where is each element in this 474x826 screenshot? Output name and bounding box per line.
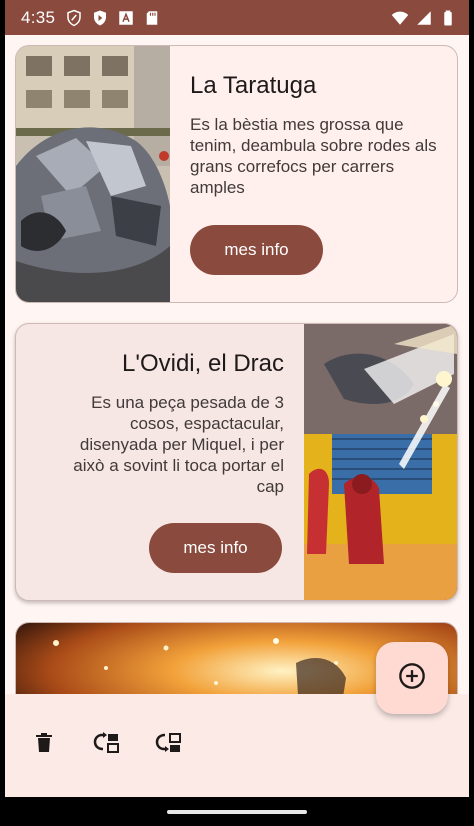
shield-outline-icon [65, 9, 83, 27]
dragon-correfoc-photo [304, 324, 457, 600]
gesture-handle[interactable] [167, 810, 307, 814]
sd-card-icon [143, 9, 161, 27]
add-beast-fab[interactable] [376, 642, 448, 714]
card-description: Es una peça pesada de 3 cosos, espactacu… [73, 393, 284, 496]
status-time: 4:35 [21, 7, 56, 27]
card-description: Es la bèstia mes grossa que tenim, deamb… [190, 115, 437, 197]
reorder-forward-icon [92, 731, 120, 760]
card-image [16, 46, 170, 302]
battery-icon [439, 9, 457, 27]
card-title: L'Ovidi, el Drac [122, 350, 284, 377]
system-nav-bar [5, 797, 469, 826]
reorder-back-button[interactable] [153, 731, 183, 761]
play-protect-icon [91, 9, 109, 27]
delete-icon [32, 731, 56, 760]
card-title: La Taratuga [190, 72, 317, 99]
cell-signal-icon [415, 9, 433, 27]
card-image [304, 324, 457, 600]
reorder-forward-button[interactable] [91, 731, 121, 761]
status-right-icons [391, 9, 457, 27]
turtle-beast-photo [16, 46, 170, 302]
add-circle-icon [398, 662, 426, 695]
delete-button[interactable] [29, 731, 59, 761]
status-left-icons [65, 9, 161, 27]
reorder-back-icon [154, 731, 182, 760]
wifi-icon [391, 9, 409, 27]
beast-card-taratuga[interactable]: La Taratuga Es la bèstia mes grossa que … [15, 45, 458, 303]
app-screen: 4:35 La Taratuga Es la bèstia mes grossa… [5, 0, 469, 826]
beast-card-drac[interactable]: L'Ovidi, el Drac Es una peça pesada de 3… [15, 323, 458, 601]
a-box-icon [117, 9, 135, 27]
status-bar: 4:35 [5, 0, 469, 35]
more-info-button[interactable]: mes info [149, 523, 282, 573]
bestiari-list[interactable]: La Taratuga Es la bèstia mes grossa que … [5, 35, 469, 694]
more-info-button[interactable]: mes info [190, 225, 323, 275]
